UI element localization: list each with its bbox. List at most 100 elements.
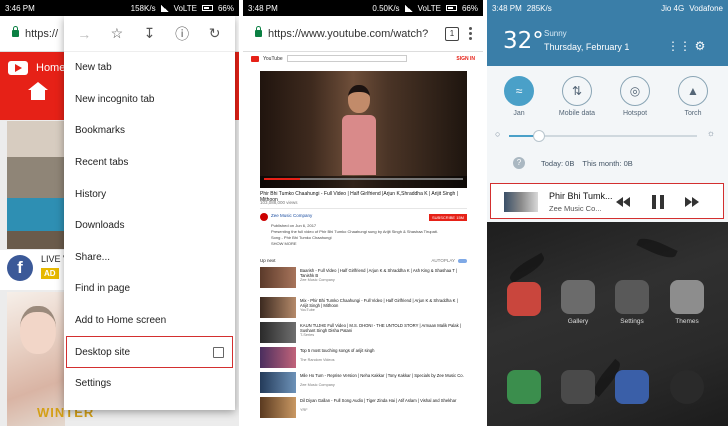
app-label-themes: Themes — [675, 318, 699, 325]
forward-icon[interactable]: → — [73, 23, 95, 45]
autoplay-label: AUTOPLAY — [431, 258, 455, 263]
lock-icon — [12, 26, 19, 37]
overflow-menu: → ☆ ↧ ⓘ ↻ New tab New incognito tab Book… — [64, 16, 235, 410]
gear-icon[interactable]: ⚙ — [693, 39, 707, 53]
date-text: Thursday, February 1 — [544, 42, 630, 52]
related-video[interactable]: Top 5 most touching songs of arijit sing… — [260, 347, 467, 369]
menu-item-settings[interactable]: Settings — [64, 368, 235, 400]
messages-icon[interactable] — [561, 370, 595, 404]
related-video[interactable]: KAUN TUJHE Full Video | M.S. DHONI - THE… — [260, 322, 467, 344]
video-controls[interactable] — [260, 176, 467, 188]
brightness-slider[interactable] — [509, 130, 697, 142]
tile-torch[interactable]: ▲ Torch — [663, 76, 723, 117]
brightness-knob[interactable] — [533, 130, 545, 142]
signal-icon — [160, 4, 169, 12]
menu-item-history[interactable]: History — [64, 178, 235, 210]
pause-icon[interactable] — [648, 193, 668, 211]
browser-icon[interactable] — [615, 370, 649, 404]
lock-icon — [255, 26, 262, 37]
menu-item-bookmarks[interactable]: Bookmarks — [64, 115, 235, 147]
overflow-menu-icon[interactable] — [469, 27, 473, 40]
refresh-icon[interactable]: ↻ — [204, 23, 226, 45]
menu-item-new-incognito-tab[interactable]: New incognito tab — [64, 84, 235, 116]
menu-item-add-to-home-screen[interactable]: Add to Home screen — [64, 305, 235, 337]
status-battery: 66% — [217, 3, 234, 13]
status-network: VoLTE — [173, 3, 197, 13]
sign-in-button[interactable]: SIGN IN — [456, 56, 475, 62]
subscribe-button[interactable]: SUBSCRIBE 15M — [428, 214, 467, 221]
phone-icon[interactable] — [507, 370, 541, 404]
status-bar: 3:48 PM 285K/s Jio 4G Vodafone — [487, 0, 728, 16]
youtube-logo-icon[interactable] — [251, 55, 259, 62]
menu-item-new-tab[interactable]: New tab — [64, 52, 235, 84]
menu-item-downloads[interactable]: Downloads — [64, 210, 235, 242]
url-field[interactable]: https://www.youtube.com/watch? — [249, 21, 439, 47]
url-bar[interactable]: https://www.youtube.com/watch? 1 — [243, 16, 483, 52]
facebook-icon: f — [7, 255, 33, 281]
data-today: Today: 0B — [541, 158, 575, 168]
autoplay-toggle[interactable] — [458, 259, 467, 263]
video-description: Published on Jun 6, 2017 Presenting the … — [271, 223, 438, 246]
status-bar: 3:48 PM 0.50K/s VoLTE 66% — [243, 0, 483, 16]
brightness-low-icon: ○ — [495, 129, 501, 139]
battery-icon — [201, 5, 213, 11]
weather-header: 32° Sunny Thursday, February 1 ⋮⋮ ⚙ — [487, 16, 728, 66]
video-player[interactable] — [260, 71, 467, 188]
camera-icon[interactable] — [670, 370, 704, 404]
youtube-masthead: YouTube SIGN IN — [251, 55, 475, 62]
related-video[interactable]: Mix - Phir Bhi Tumko Chaahungi - Full Vi… — [260, 297, 467, 319]
previous-icon[interactable] — [613, 193, 633, 211]
help-icon[interactable]: ? — [513, 157, 525, 169]
home-label: Home — [36, 62, 66, 74]
media-title: Phir Bhi Tumk... — [549, 191, 613, 201]
tab-switcher-button[interactable]: 1 — [445, 26, 459, 41]
status-speed: 158K/s — [130, 3, 156, 13]
tile-hotspot[interactable]: ◎ Hotspot — [605, 76, 665, 117]
menu-item-desktop-site[interactable]: Desktop site — [66, 336, 233, 368]
tile-mobile-data[interactable]: ⇅ Mobile data — [547, 76, 607, 117]
status-time: 3:48 PM — [248, 3, 278, 13]
related-video[interactable]: Dil Diyan Gallan - Full Song Audio | Tig… — [260, 397, 467, 419]
info-icon[interactable]: ⓘ — [171, 23, 193, 45]
gallery-icon[interactable] — [561, 280, 595, 314]
bookmark-star-icon[interactable]: ☆ — [106, 23, 128, 45]
youtube-logo-icon — [8, 61, 28, 75]
video-progress-bar[interactable] — [264, 178, 463, 180]
menu-item-share[interactable]: Share... — [64, 242, 235, 274]
menu-item-find-in-page[interactable]: Find in page — [64, 273, 235, 305]
grid-icon[interactable]: ⋮⋮ — [667, 39, 691, 53]
torch-icon: ▲ — [678, 76, 708, 106]
media-notification[interactable]: Phir Bhi Tumk... Zee Music Co... — [490, 183, 724, 219]
ad-image[interactable]: WINTER — [7, 292, 93, 426]
status-speed: 0.50K/s — [372, 3, 400, 13]
temperature: 32° — [503, 28, 544, 54]
brightness-auto-icon[interactable]: ☼ — [707, 128, 715, 138]
ad-face — [20, 306, 56, 354]
related-video[interactable]: Baarish - Full Video | Half Girlfriend |… — [260, 267, 467, 289]
settings-icon[interactable] — [615, 280, 649, 314]
menu-item-recent-tabs[interactable]: Recent tabs — [64, 147, 235, 179]
menu-toolbar: → ☆ ↧ ⓘ ↻ — [64, 16, 235, 52]
tile-wifi[interactable]: ≈ Jan — [489, 76, 549, 117]
status-speed: 285K/s — [526, 3, 552, 13]
home-icon[interactable] — [28, 82, 48, 100]
weather-condition: Sunny — [544, 29, 567, 38]
up-next-heading: Up next AUTOPLAY — [260, 258, 455, 263]
themes-icon[interactable] — [670, 280, 704, 314]
wifi-icon: ≈ — [504, 76, 534, 106]
quick-tiles: ≈ Jan ⇅ Mobile data ◎ Hotspot ▲ Torch — [487, 72, 728, 128]
related-video[interactable]: Mile Ho Tum - Reprise Version | Neha Kak… — [260, 372, 467, 394]
next-icon[interactable] — [682, 193, 702, 211]
desktop-site-checkbox[interactable] — [213, 346, 224, 358]
url-text: https:// — [25, 27, 59, 40]
channel-name[interactable]: Zee Music Company — [271, 213, 312, 218]
channel-avatar[interactable] — [260, 213, 268, 221]
chrome-menu-panel: 3:46 PM 158K/s VoLTE 66% https:// Home f… — [0, 0, 239, 426]
app-label-gallery: Gallery — [567, 318, 589, 325]
youtube-logo-text: YouTube — [263, 55, 283, 62]
app-icon[interactable] — [507, 282, 541, 316]
download-icon[interactable]: ↧ — [138, 23, 160, 45]
url-text: https://www.youtube.com/watch? — [268, 27, 429, 40]
search-input[interactable] — [286, 55, 407, 62]
divider — [260, 208, 467, 209]
